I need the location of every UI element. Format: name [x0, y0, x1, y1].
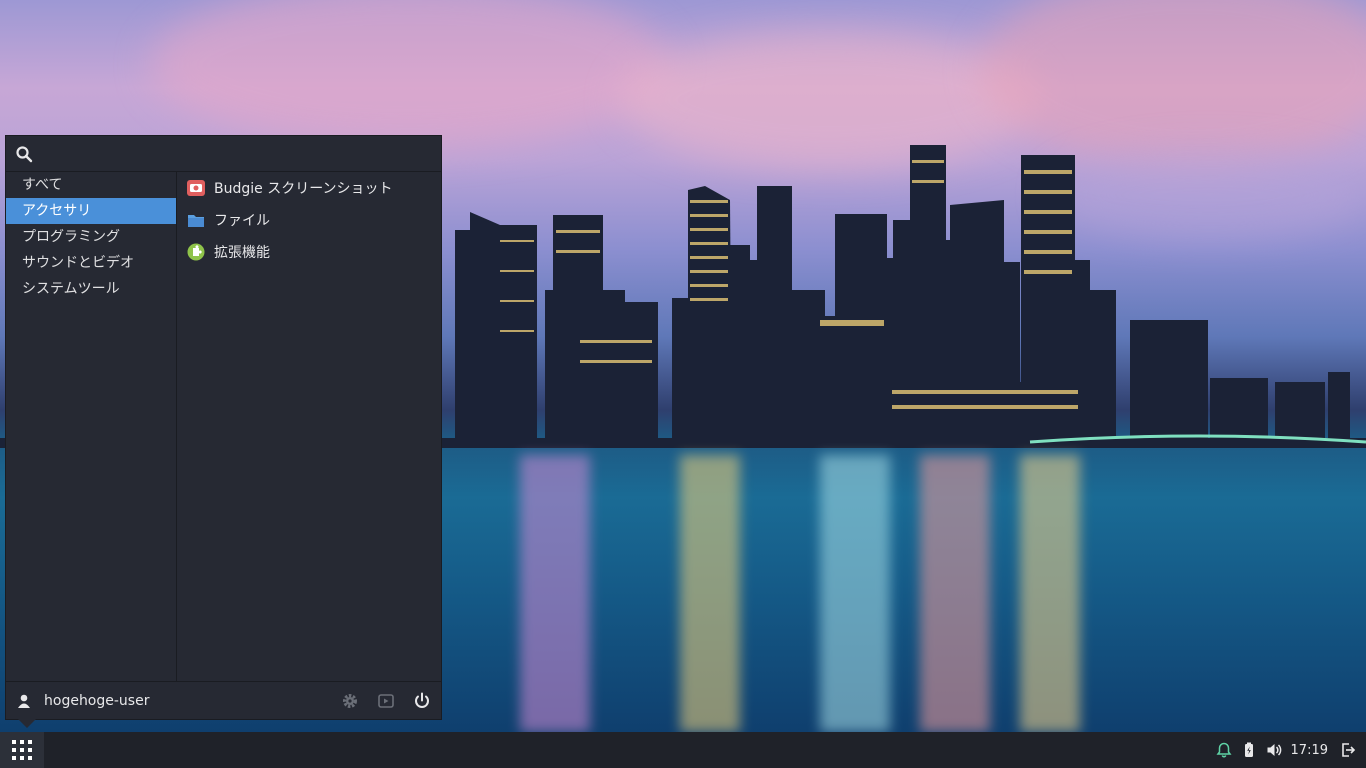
settings-icon[interactable]: [341, 692, 359, 710]
category-system-tools[interactable]: システムツール: [6, 276, 176, 302]
app-label: ファイル: [214, 213, 270, 229]
search-bar[interactable]: [6, 136, 441, 172]
category-list: すべて アクセサリ プログラミング サウンドとビデオ システムツール: [6, 172, 177, 681]
app-menu-button[interactable]: [0, 732, 44, 768]
app-budgie-screenshot[interactable]: Budgie スクリーンショット: [177, 172, 441, 204]
app-label: 拡張機能: [214, 245, 270, 261]
menu-footer: hogehoge-user: [6, 681, 441, 720]
app-grid-icon: [12, 740, 32, 760]
notification-bell-icon[interactable]: [1216, 742, 1232, 758]
puzzle-icon: [187, 243, 205, 261]
logout-icon[interactable]: [1340, 742, 1356, 758]
power-icon[interactable]: [413, 692, 431, 710]
category-sound-video[interactable]: サウンドとビデオ: [6, 250, 176, 276]
screenshot-icon: [187, 180, 205, 196]
bottom-panel: 17:19: [0, 732, 1366, 768]
app-files[interactable]: ファイル: [177, 204, 441, 236]
user-icon: [18, 694, 30, 708]
search-icon: [16, 145, 33, 162]
volume-icon[interactable]: [1266, 742, 1282, 758]
app-label: Budgie スクリーンショット: [214, 181, 393, 197]
app-extensions[interactable]: 拡張機能: [177, 236, 441, 268]
category-programming[interactable]: プログラミング: [6, 224, 176, 250]
system-tray: 17:19: [1216, 732, 1366, 768]
application-menu: すべて アクセサリ プログラミング サウンドとビデオ システムツール Budgi…: [5, 135, 442, 728]
app-list: Budgie スクリーンショット ファイル 拡張機能: [177, 172, 441, 681]
clock[interactable]: 17:19: [1291, 743, 1328, 758]
search-input[interactable]: [33, 137, 441, 170]
media-icon[interactable]: [377, 692, 395, 710]
category-all[interactable]: すべて: [6, 172, 176, 198]
category-accessories[interactable]: アクセサリ: [6, 198, 176, 224]
battery-icon[interactable]: [1241, 742, 1257, 758]
folder-icon: [188, 215, 204, 227]
username-label[interactable]: hogehoge-user: [44, 693, 341, 709]
